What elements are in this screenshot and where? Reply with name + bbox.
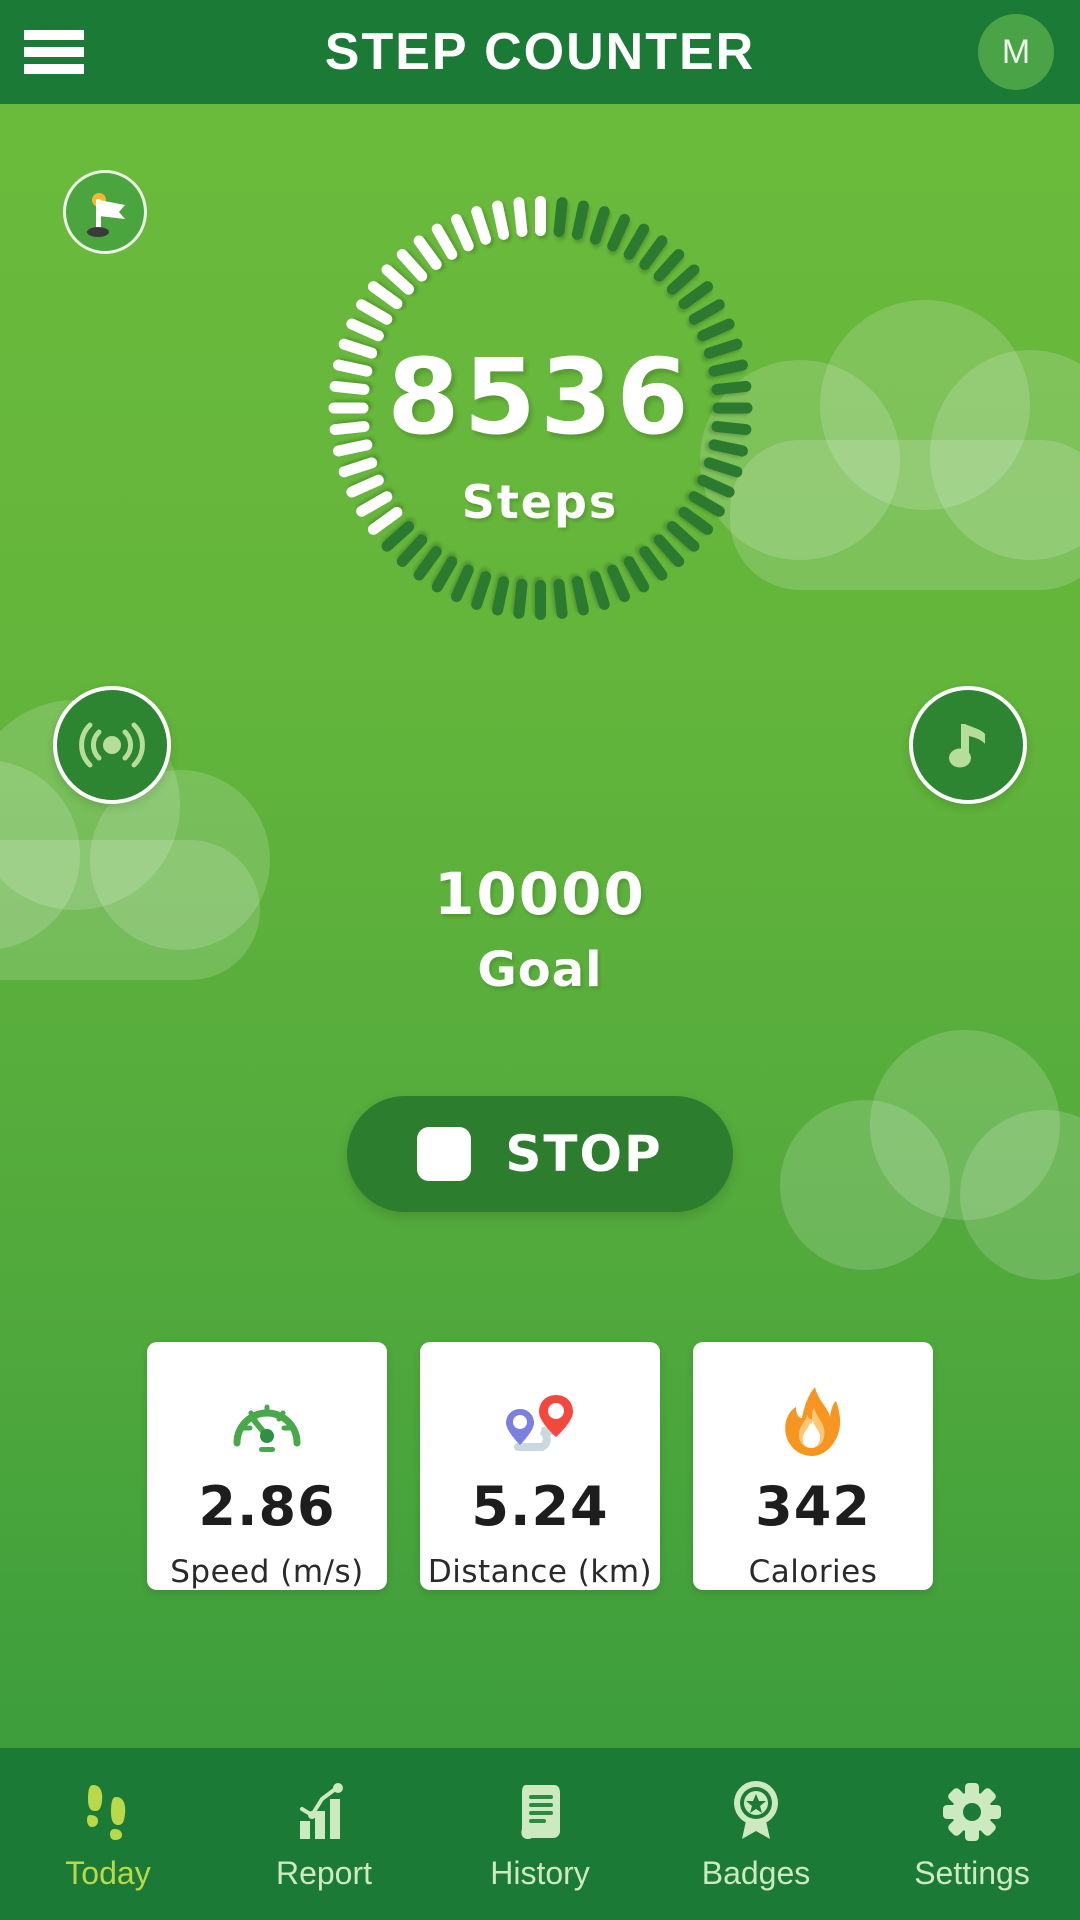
step-progress-dial: 8536 Steps: [280, 148, 800, 668]
nav-label: Settings: [914, 1854, 1030, 1891]
nav-label: History: [490, 1854, 590, 1891]
stat-value: 2.86: [198, 1475, 336, 1538]
goal-block: 10000 Goal: [0, 860, 1080, 998]
stat-value: 5.24: [471, 1475, 609, 1538]
steps-value: 8536: [387, 336, 693, 458]
stat-card-distance[interactable]: 5.24 Distance (km): [420, 1342, 660, 1590]
nav-label: Badges: [701, 1854, 811, 1891]
dial-center-readout: 8536 Steps: [280, 148, 800, 668]
steps-label: Steps: [461, 475, 619, 529]
sensor-toggle-button[interactable]: [53, 686, 171, 804]
stat-card-calories[interactable]: 342 Calories: [693, 1342, 933, 1590]
stop-button[interactable]: STOP: [347, 1096, 733, 1212]
stat-label: Calories: [748, 1554, 878, 1590]
stats-row: 2.86 Speed (m/s) 5.24 Distance (km) 342 …: [0, 1342, 1080, 1590]
bottom-navigation: Today Report History Badges Settings: [0, 1748, 1080, 1920]
nav-item-report[interactable]: Report: [216, 1748, 432, 1920]
stat-label: Speed (m/s): [170, 1554, 364, 1590]
music-note-icon: [949, 724, 985, 768]
stop-button-label: STOP: [505, 1125, 663, 1183]
nav-item-today[interactable]: Today: [0, 1748, 216, 1920]
stat-value: 342: [755, 1475, 871, 1538]
music-toggle-button[interactable]: [909, 686, 1027, 804]
nav-item-history[interactable]: History: [432, 1748, 648, 1920]
gear-icon: [943, 1777, 1001, 1841]
scroll-icon: [514, 1777, 566, 1841]
nav-item-settings[interactable]: Settings: [864, 1748, 1080, 1920]
footsteps-icon: [83, 1777, 133, 1841]
stop-square-icon: [417, 1127, 472, 1181]
route-pins-icon: [498, 1384, 582, 1459]
stat-card-speed[interactable]: 2.86 Speed (m/s): [147, 1342, 387, 1590]
nav-label: Report: [275, 1854, 373, 1891]
stat-label: Distance (km): [427, 1554, 653, 1590]
avatar-initial: M: [1001, 32, 1031, 71]
speedometer-icon: [229, 1384, 305, 1459]
goal-flag-icon: [87, 193, 125, 237]
nav-label: Today: [65, 1854, 151, 1891]
sensor-pulse-icon: [79, 722, 145, 768]
hamburger-menu-icon[interactable]: [24, 30, 84, 74]
step-counter-app: STEP COUNTER M 8536 Steps 10000 Goal STO…: [0, 0, 1080, 1920]
flame-icon: [778, 1384, 848, 1459]
bush-decoration: [780, 1030, 1080, 1290]
avatar[interactable]: M: [978, 14, 1054, 90]
goal-label: Goal: [477, 942, 603, 998]
medal-icon: [728, 1777, 784, 1841]
app-header: STEP COUNTER M: [0, 0, 1080, 104]
goal-value: 10000: [434, 860, 646, 928]
page-title: STEP COUNTER: [324, 23, 756, 81]
bar-chart-icon: [296, 1777, 352, 1841]
nav-item-badges[interactable]: Badges: [648, 1748, 864, 1920]
goal-flag-badge[interactable]: [63, 170, 147, 254]
